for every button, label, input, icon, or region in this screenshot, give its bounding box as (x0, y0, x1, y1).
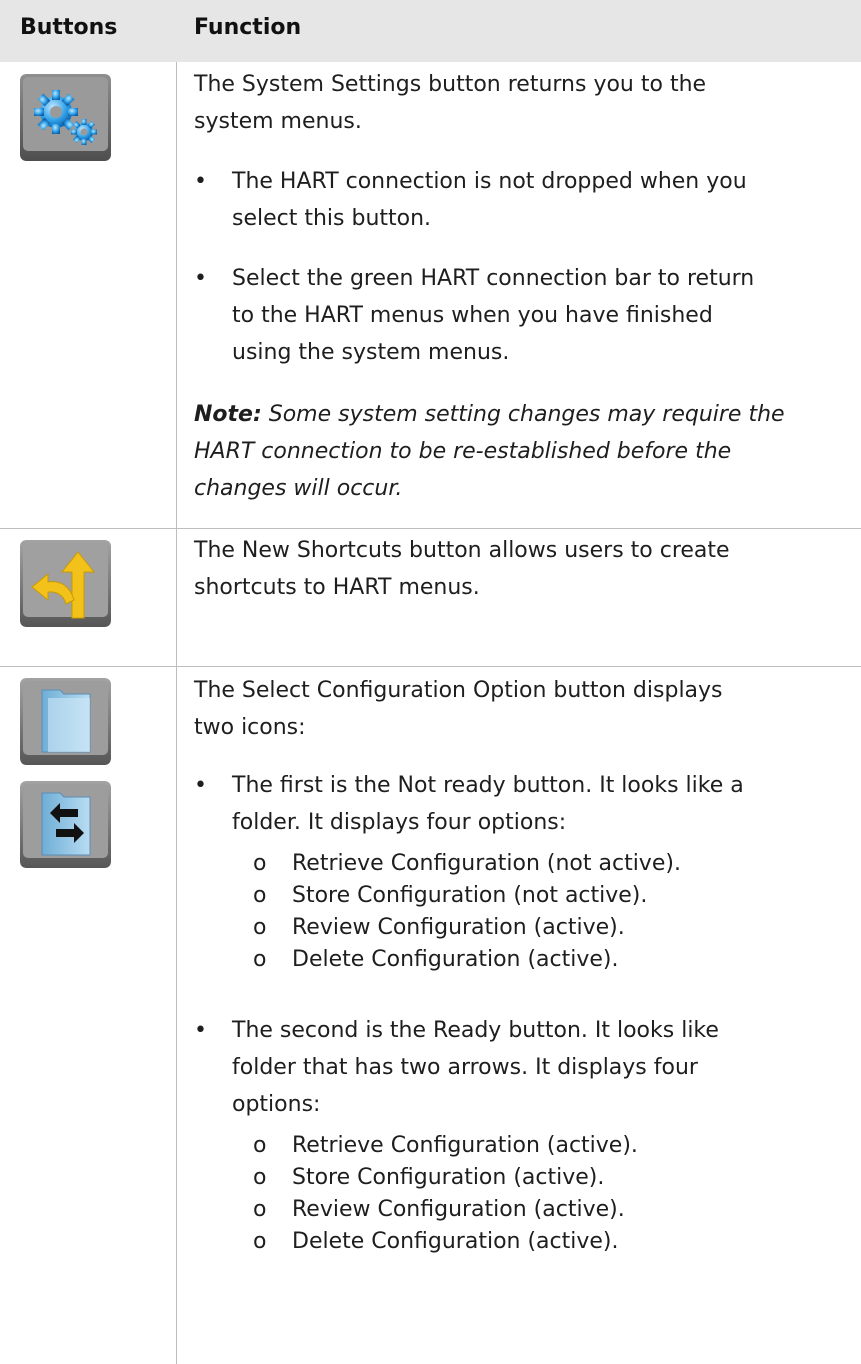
system-settings-description: The System Settings button returns you t… (194, 72, 707, 134)
row-divider (0, 528, 861, 529)
sub-list-item: o Delete Configuration (active). (253, 1229, 619, 1254)
note-label: Note: (194, 402, 262, 427)
shortcut-arrows-icon (20, 540, 111, 627)
list-item: • The HART connection is not dropped whe… (194, 169, 747, 231)
select-configuration-description: The Select Configuration Option button d… (194, 678, 723, 740)
sub-list-item: o Retrieve Configuration (not active). (253, 851, 681, 876)
note-text: Note: Some system setting changes may re… (194, 402, 785, 501)
folder-icon (20, 678, 111, 765)
gear-icon (20, 74, 111, 161)
list-item: • The second is the Ready button. It loo… (194, 1018, 719, 1117)
list-item: • The first is the Not ready button. It … (194, 773, 744, 835)
sub-list-item: o Review Configuration (active). (253, 915, 625, 940)
sub-list-item: o Store Configuration (active). (253, 1165, 605, 1190)
column-divider (176, 62, 177, 1364)
column-header-buttons: Buttons (20, 15, 118, 40)
new-shortcuts-description: The New Shortcuts button allows users to… (194, 538, 730, 600)
sub-list-item: o Retrieve Configuration (active). (253, 1133, 638, 1158)
sub-list-item: o Delete Configuration (active). (253, 947, 619, 972)
column-header-function: Function (194, 15, 302, 40)
folder-arrows-icon (20, 781, 111, 868)
sub-list-item: o Store Configuration (not active). (253, 883, 648, 908)
list-item: • Select the green HART connection bar t… (194, 266, 755, 365)
table-header: Buttons Function (0, 0, 861, 62)
sub-list-item: o Review Configuration (active). (253, 1197, 625, 1222)
row-divider (0, 666, 861, 667)
